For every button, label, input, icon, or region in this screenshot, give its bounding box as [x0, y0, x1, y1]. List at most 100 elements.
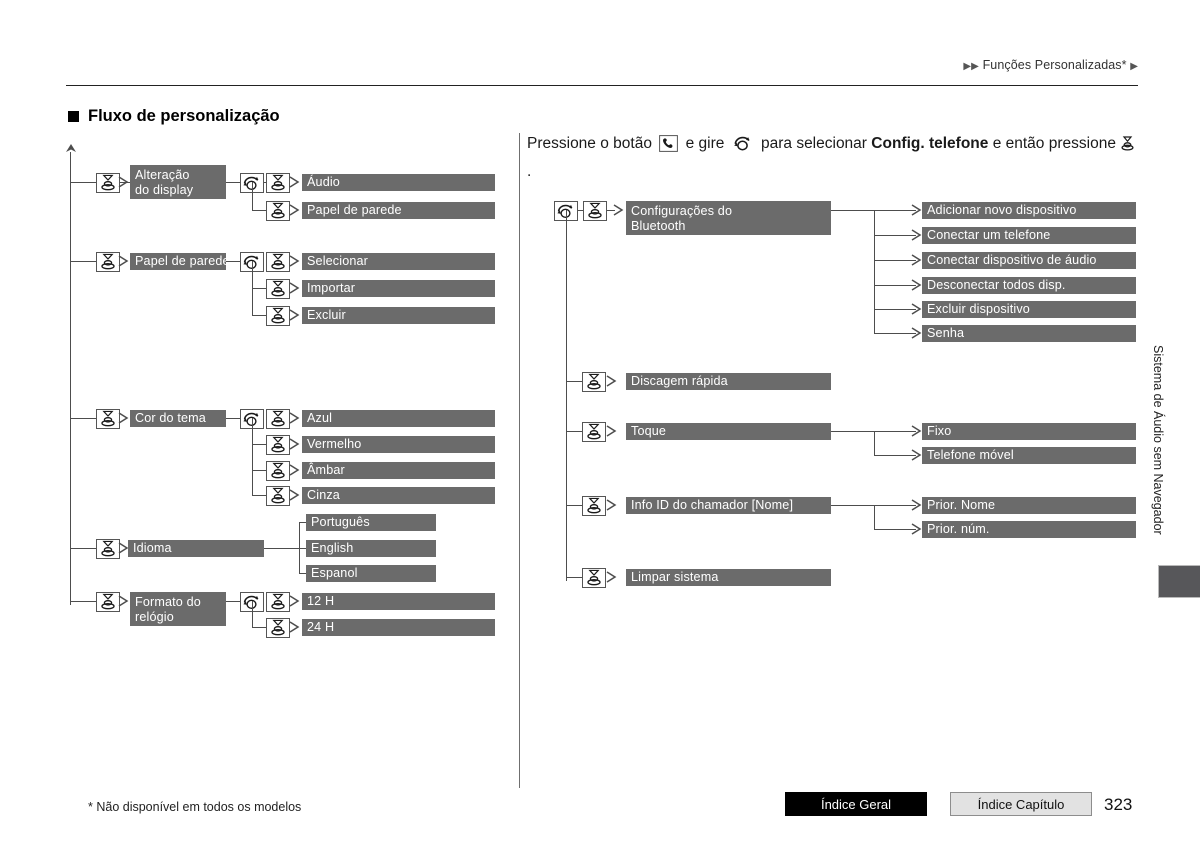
- chapter-tab-marker: [1158, 565, 1200, 598]
- right-n3-stem: [566, 431, 582, 433]
- right-n2-arrow: [606, 375, 618, 387]
- left-b1-c0-arrow: [289, 176, 301, 188]
- press-knob-icon: [583, 201, 607, 221]
- left-b3-arrow: [118, 412, 130, 424]
- left-b2-c2-arrow: [289, 309, 301, 321]
- left-b5-c0-arrow: [289, 595, 301, 607]
- press-knob-icon: [266, 486, 290, 506]
- left-leaf-bar: Áudio: [302, 174, 495, 191]
- right-leaf-bar: Prior. Nome: [922, 497, 1136, 514]
- left-leaf-bar: Selecionar: [302, 253, 495, 270]
- left-b1-stem: [70, 182, 96, 184]
- left-leaf-bar: Âmbar: [302, 462, 495, 479]
- right-node-label: Discagem rápida: [626, 373, 831, 390]
- press-knob-icon: [266, 252, 290, 272]
- right-leaf-bar: Conectar dispositivo de áudio: [922, 252, 1136, 269]
- press-knob-icon: [96, 539, 120, 559]
- press-knob-icon: [96, 409, 120, 429]
- left-node-label: Cor do tema: [130, 410, 226, 427]
- left-leaf-bar: Azul: [302, 410, 495, 427]
- left-node-label: Formato do relógio: [130, 592, 226, 626]
- left-b2-c1-arrow: [289, 282, 301, 294]
- right-n1-c4-stem: [874, 309, 916, 311]
- left-node-line: Formato do: [135, 595, 201, 609]
- press-knob-icon: [266, 618, 290, 638]
- press-knob-icon: [266, 461, 290, 481]
- header-rule: [66, 85, 1138, 86]
- right-leaf-bar: Fixo: [922, 423, 1136, 440]
- left-node-line: Alteração: [135, 168, 190, 182]
- right-n1-c3-stem: [874, 285, 916, 287]
- right-leaf-bar: Conectar um telefone: [922, 227, 1136, 244]
- index-general-button[interactable]: Índice Geral: [785, 792, 927, 816]
- right-n5-arrow: [606, 571, 618, 583]
- instruction-bold-target: Config. telefone: [871, 135, 989, 152]
- right-n1-c0-stem: [874, 210, 916, 212]
- manual-page: ▶▶ Funções Personalizadas* ▶ Fluxo de pe…: [0, 0, 1200, 845]
- left-b3-c0-arrow: [289, 412, 301, 424]
- left-b1-c1-stem: [252, 210, 266, 212]
- instruction-part-4: e então: [992, 135, 1045, 152]
- left-node-label: Papel de parede: [130, 253, 230, 270]
- left-b1-c1-arrow: [289, 204, 301, 216]
- left-leaf-bar: Cinza: [302, 487, 495, 504]
- right-node-line: Configurações do: [631, 204, 733, 218]
- right-leaf-bar: Desconectar todos disp.: [922, 277, 1136, 294]
- left-leaf-bar: English: [306, 540, 436, 557]
- instruction-part-1: Pressione o botão: [527, 135, 652, 152]
- right-n4-stem: [566, 505, 582, 507]
- press-knob-icon: [96, 173, 120, 193]
- left-b1-spine: [252, 182, 254, 211]
- right-n3-out: [831, 431, 875, 433]
- right-n4-spine: [874, 505, 876, 529]
- left-b1-arrow: [118, 176, 130, 188]
- index-chapter-button[interactable]: Índice Capítulo: [950, 792, 1092, 816]
- left-leaf-bar: Vermelho: [302, 436, 495, 453]
- right-leaf-bar: Adicionar novo dispositivo: [922, 202, 1136, 219]
- press-knob-icon: [266, 201, 290, 221]
- left-b5-stem: [70, 601, 96, 603]
- right-node-label: Info ID do chamador [Nome]: [626, 497, 831, 514]
- left-b4-stem: [70, 548, 96, 550]
- right-n3-c0-stem: [874, 431, 916, 433]
- right-n5-stem: [566, 577, 582, 579]
- press-knob-icon: [96, 592, 120, 612]
- right-n3-spine: [874, 431, 876, 455]
- instruction-part-2: e gire: [685, 135, 725, 152]
- right-trunk-line: [566, 210, 568, 581]
- press-knob-icon: [96, 252, 120, 272]
- left-b3-c2-stem: [252, 470, 266, 472]
- left-leaf-bar: Espanol: [306, 565, 436, 582]
- right-n4-arrow: [606, 499, 618, 511]
- press-knob-icon: [266, 409, 290, 429]
- left-b1-out: [226, 182, 240, 184]
- left-b3-c3-arrow: [289, 489, 301, 501]
- left-b3-out: [226, 418, 240, 420]
- right-node-label: Limpar sistema: [626, 569, 831, 586]
- left-node-line: relógio: [135, 610, 174, 624]
- left-b2-c1-stem: [252, 288, 266, 290]
- press-knob-icon: [1119, 135, 1136, 160]
- bullet-square-icon: [68, 111, 79, 122]
- left-b3-c3-stem: [252, 495, 266, 497]
- press-knob-icon: [266, 435, 290, 455]
- left-node-label: Idioma: [128, 540, 264, 557]
- press-knob-icon: [582, 568, 606, 588]
- left-b5-c1-arrow: [289, 621, 301, 633]
- column-divider: [519, 133, 521, 788]
- press-knob-icon: [266, 279, 290, 299]
- right-n1-c5-stem: [874, 333, 916, 335]
- right-n1-out: [831, 210, 875, 212]
- instruction-text: Pressione o botão e gire para selecionar…: [527, 132, 1142, 184]
- press-knob-icon: [582, 496, 606, 516]
- instruction-period: .: [527, 163, 532, 180]
- breadcrumb: ▶▶ Funções Personalizadas* ▶: [963, 58, 1138, 72]
- rotary-knob-icon: [732, 135, 754, 160]
- left-b2-c2-stem: [252, 315, 266, 317]
- left-leaf-bar: Excluir: [302, 307, 495, 324]
- right-n1-c1-stem: [874, 235, 916, 237]
- press-knob-icon: [582, 372, 606, 392]
- right-leaf-bar: Excluir dispositivo: [922, 301, 1136, 318]
- left-b3-c1-arrow: [289, 438, 301, 450]
- right-node-line: Bluetooth: [631, 219, 686, 233]
